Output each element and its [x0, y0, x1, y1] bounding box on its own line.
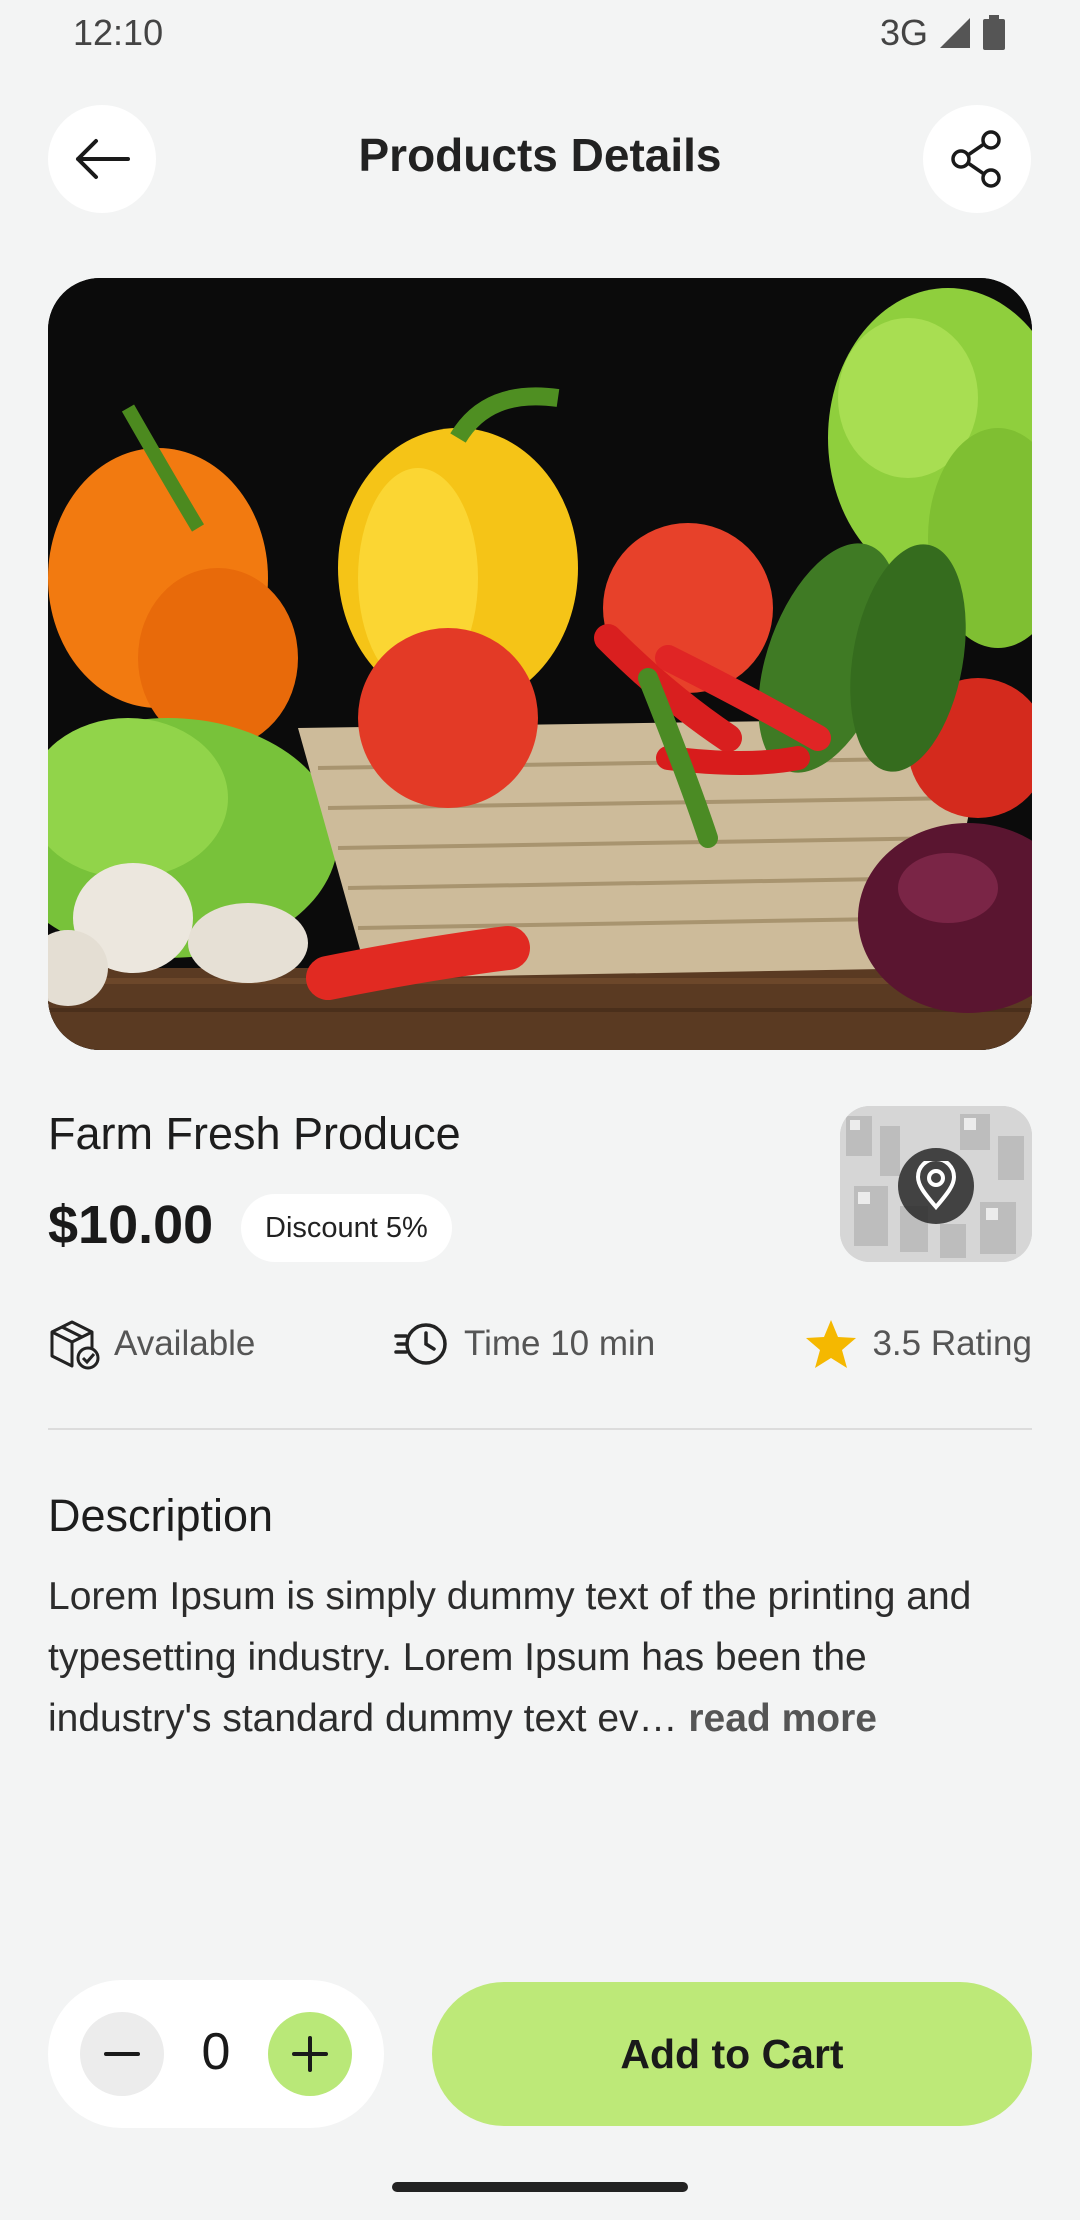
increase-quantity-button[interactable]: [268, 2012, 352, 2096]
product-details-screen: 12:10 3G Products Details Farm Fresh Pro…: [0, 0, 1080, 2220]
rating-info: 3.5 Rating: [804, 1318, 1032, 1370]
plus-icon: [292, 2036, 328, 2072]
location-pin-icon: [898, 1148, 974, 1224]
status-bar: 12:10 3G: [0, 0, 1080, 64]
minus-icon: [104, 2052, 140, 2056]
add-to-cart-button[interactable]: Add to Cart: [432, 1982, 1032, 2126]
battery-icon: [983, 15, 1005, 50]
delivery-time-label: Time 10 min: [464, 1324, 656, 1363]
star-icon: [806, 1320, 857, 1368]
description-text: Lorem Ipsum is simply dummy text of the …: [48, 1566, 1038, 1749]
network-type: 3G: [879, 12, 928, 53]
signal-icon: [940, 18, 970, 48]
availability-info: Available: [48, 1318, 255, 1370]
fast-clock-icon: [394, 1323, 447, 1365]
delivery-time-info: Time 10 min: [394, 1318, 655, 1370]
status-indicators: 3G: [880, 12, 1006, 54]
product-name: Farm Fresh Produce: [48, 1108, 461, 1159]
availability-label: Available: [114, 1324, 256, 1363]
discount-badge: Discount 5%: [241, 1194, 452, 1262]
package-check-icon: [50, 1320, 100, 1370]
quantity-stepper: 0: [48, 1980, 384, 2128]
share-icon: [951, 130, 1001, 188]
product-image: [48, 278, 1032, 1050]
status-time: 12:10: [73, 12, 164, 53]
divider: [48, 1428, 1032, 1430]
page-title: Products Details: [358, 129, 722, 181]
share-button[interactable]: [923, 105, 1031, 213]
quantity-value: 0: [201, 2023, 231, 2081]
product-price: $10.00: [48, 1195, 214, 1255]
home-indicator[interactable]: [392, 2182, 688, 2192]
decrease-quantity-button[interactable]: [80, 2012, 164, 2096]
rating-label: 3.5 Rating: [872, 1324, 1032, 1363]
read-more-link[interactable]: read more: [688, 1697, 877, 1740]
description-title: Description: [48, 1490, 274, 1541]
location-map-button[interactable]: [840, 1106, 1032, 1262]
